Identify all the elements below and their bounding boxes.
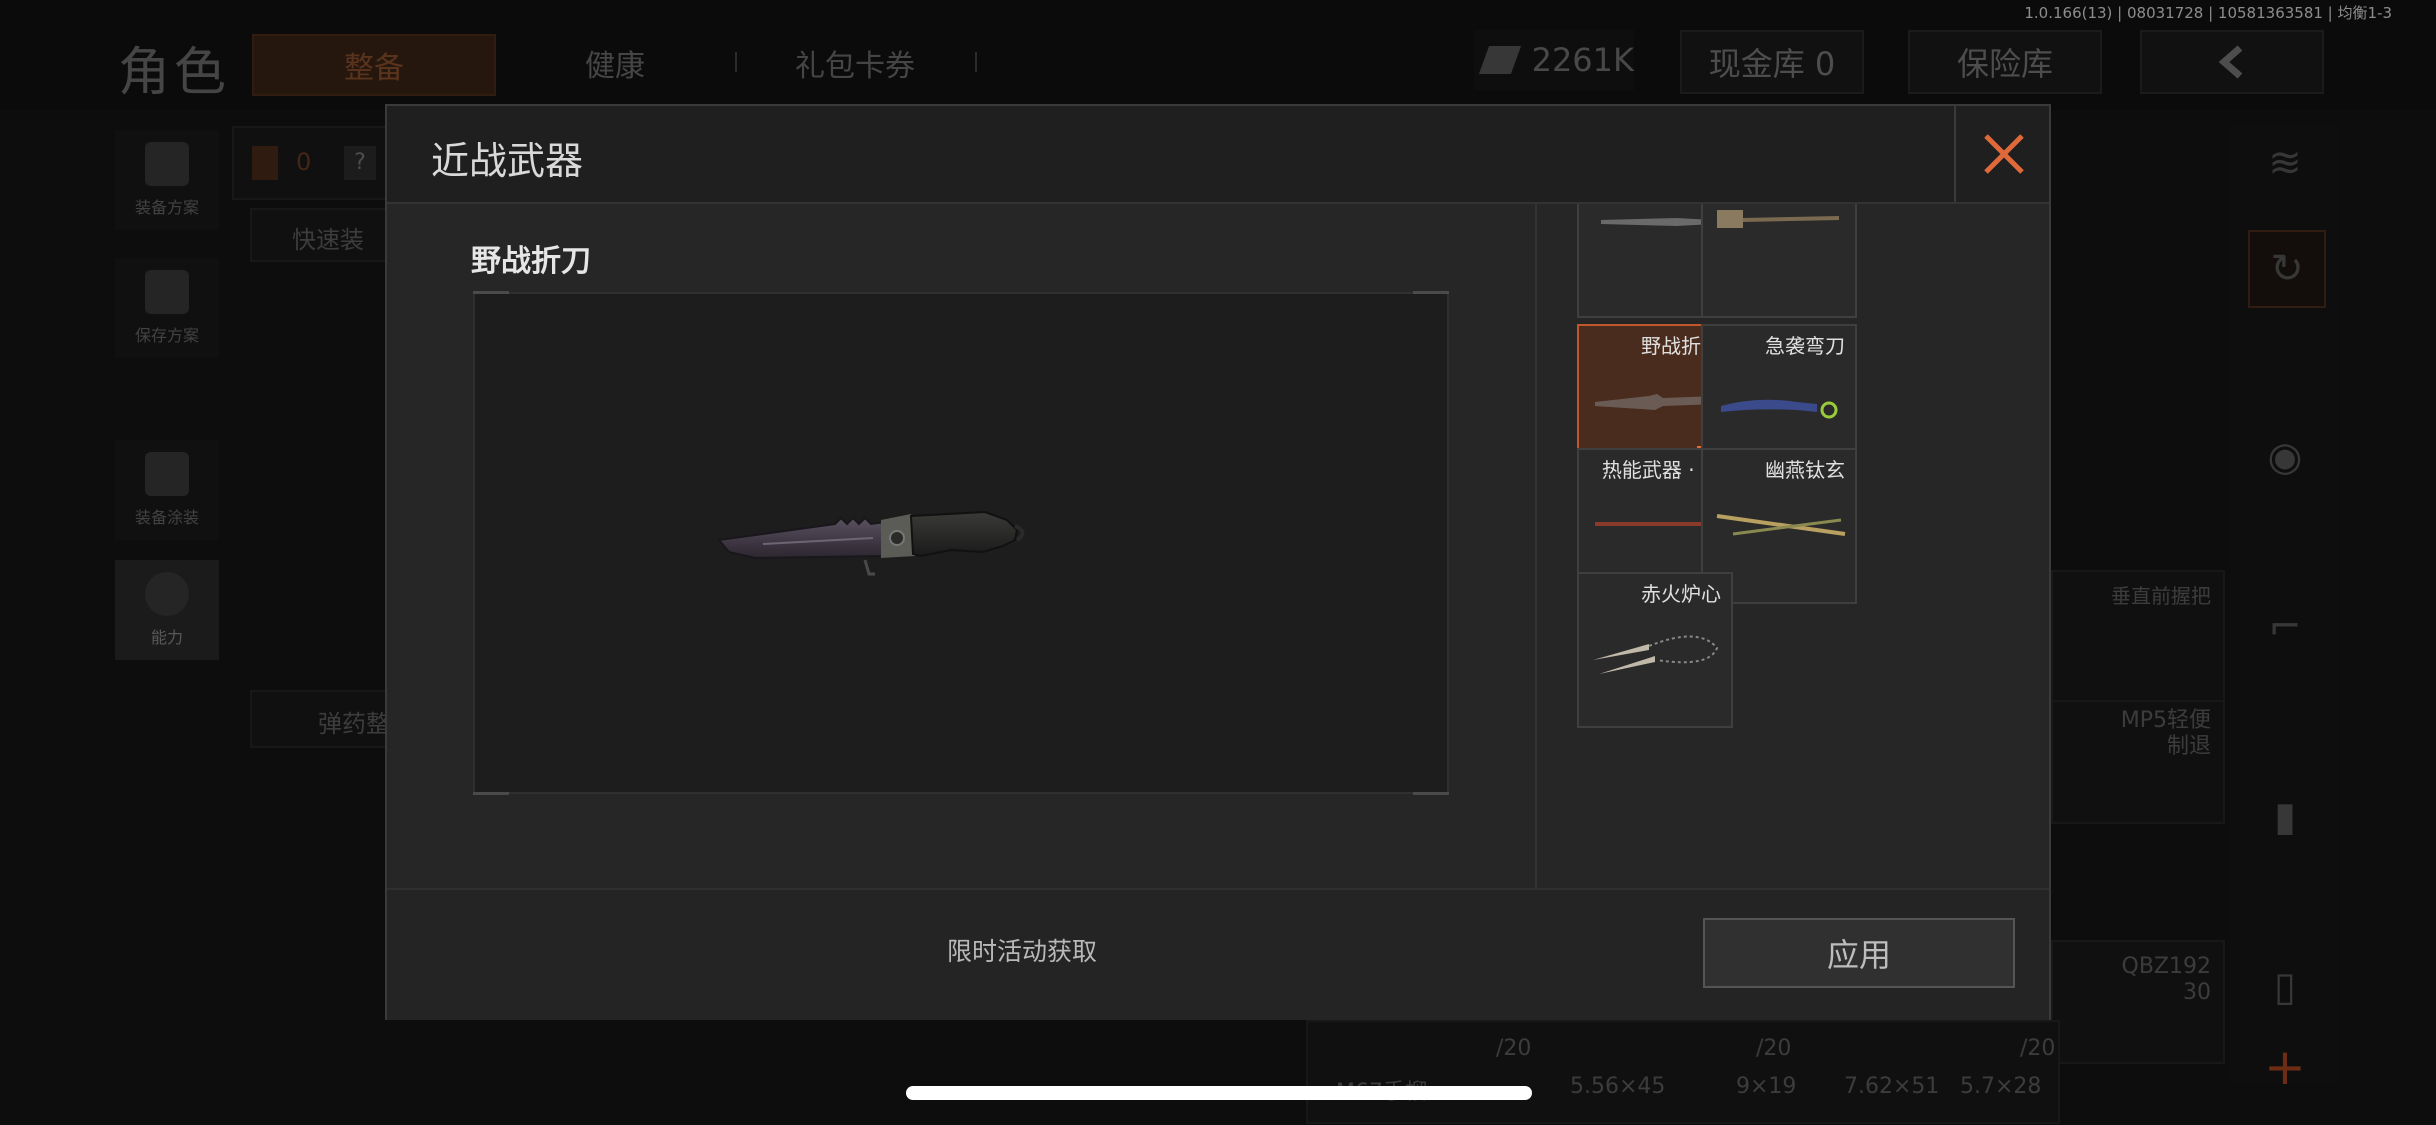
folding-knife-image [717,510,1025,576]
home-indicator[interactable] [906,1086,1532,1100]
karambit-thumbnail [1721,399,1838,419]
apply-button[interactable]: 应用 [1703,918,2015,988]
skin-card[interactable] [1701,204,1857,318]
dialog-title: 近战武器 [431,139,584,183]
close-button[interactable] [1954,106,2051,202]
dialog-header: 近战武器 [387,106,2049,204]
close-icon [1984,134,2024,174]
skin-grid: 野战折刀 急袭弯刀 热能武器 · 补牢 幽燕钛玄 赤火炉心 [1537,204,2049,888]
chain-blade-thumbnail [1593,635,1719,674]
skin-card[interactable]: 赤火炉心 [1577,572,1733,728]
weapon-preview [473,291,1449,795]
skin-label: 赤火炉心 [1641,582,1721,606]
skin-label: 急袭弯刀 [1765,334,1845,358]
skin-label: 幽燕钛玄 [1765,458,1845,482]
twin-blade-thumbnail [1716,514,1846,536]
melee-weapon-dialog: 近战武器 野战折刀 野战折刀 急袭弯刀 热能武器 · 幽燕钛玄 赤火炉心 限时活… [385,104,2051,1020]
cleaver-thumbnail [1717,210,1839,228]
knife-thumbnail [1601,218,1713,226]
acquire-info: 限时活动获取 [947,937,1098,966]
selected-weapon-name: 野战折刀 [471,244,591,279]
